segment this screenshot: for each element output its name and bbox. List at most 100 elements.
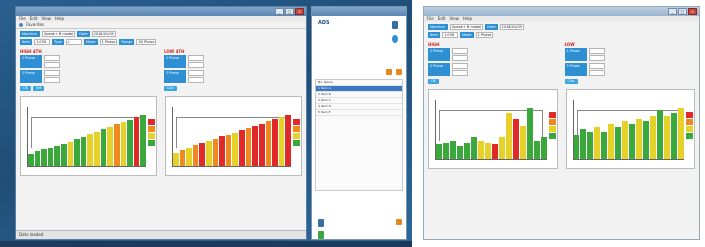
export-icon[interactable] (396, 69, 402, 75)
chart-bar (285, 114, 291, 166)
chart-bar (470, 137, 477, 159)
machine-label: Machine (428, 24, 448, 30)
chart-bar (127, 119, 133, 166)
edit-icon[interactable] (396, 219, 402, 225)
block-value[interactable] (588, 70, 605, 76)
block-value[interactable] (452, 55, 468, 61)
menu-item-file[interactable]: File (19, 16, 26, 22)
minimize-button[interactable]: _ (668, 8, 677, 15)
bar-plot (435, 100, 547, 160)
legend-orange (148, 126, 155, 132)
param-value-0[interactable]: 1,036 (441, 32, 458, 38)
block-value[interactable] (452, 48, 468, 54)
chart-bar (74, 139, 80, 166)
chart-bar (664, 115, 671, 159)
bar-plot (572, 100, 684, 160)
info-icon[interactable] (392, 35, 398, 43)
chart-bar (484, 142, 491, 159)
block-value[interactable] (588, 48, 605, 54)
second-app-window: _ □ × File Edit View Help Machine Speak+… (423, 6, 700, 240)
section-left: HIGH 4TH 1 Phase 2 Phase OK Set (20, 47, 158, 93)
bar-plot (27, 107, 146, 167)
legend-green (293, 140, 300, 146)
block-value[interactable] (452, 63, 468, 69)
chart-bar (643, 121, 650, 159)
chart-left (20, 96, 157, 176)
block-value[interactable] (44, 62, 60, 68)
block-value[interactable] (44, 55, 60, 61)
block-value[interactable] (188, 55, 204, 61)
chart-bar (498, 137, 505, 159)
param-value-2[interactable]: 1 Phase (99, 39, 118, 45)
maximize-button[interactable]: □ (678, 8, 687, 15)
calc-button[interactable]: Calc (164, 85, 178, 91)
date-value[interactable]: 2018/01/09 (499, 24, 524, 30)
block-value[interactable] (44, 70, 60, 76)
param-label-3: Range (119, 39, 135, 45)
block-value[interactable] (188, 70, 204, 76)
folder-icon[interactable] (386, 69, 392, 75)
param-value-1[interactable]: L (66, 39, 83, 45)
chart-bar (80, 136, 87, 166)
chart-bar (587, 132, 594, 159)
chart-bar (456, 146, 463, 159)
charts-area (428, 89, 695, 169)
device-icon[interactable] (392, 21, 398, 29)
date-value[interactable]: 2018/01/09 (91, 31, 116, 37)
minimize-button[interactable]: _ (275, 8, 284, 15)
favorites-star-icon[interactable] (19, 23, 23, 27)
chart-bar (629, 123, 636, 159)
header-row: Machine Speak+ B model Date 2018/01/09 (428, 24, 695, 30)
record-list[interactable]: No. Name 1 Item A 2 Item B 3 Item C 4 It… (315, 79, 403, 191)
legend-red (293, 119, 300, 125)
block-value[interactable] (588, 63, 605, 69)
chart-bar (239, 130, 245, 166)
chart-bar (67, 141, 74, 166)
close-button[interactable]: × (688, 8, 697, 15)
close-button[interactable]: × (295, 8, 304, 15)
chart-bar (505, 113, 512, 159)
param-label-0: Item (20, 39, 32, 45)
param-value-0[interactable]: 1,036 (33, 39, 50, 45)
block-value[interactable] (188, 62, 204, 68)
set-button[interactable]: Set (32, 85, 45, 91)
save-icon[interactable] (318, 231, 324, 239)
chart-bar (100, 129, 107, 166)
taskbar (0, 241, 412, 247)
panel-titlebar (312, 7, 406, 16)
calc-button[interactable]: Calc (564, 78, 578, 84)
chart-right (165, 96, 302, 176)
param-value-3[interactable]: 50 Phase (136, 39, 157, 45)
block-values (44, 55, 60, 68)
block-values (452, 48, 468, 61)
section-right-title: LOW 4TH (164, 49, 185, 54)
chart-bar (608, 123, 615, 159)
legend-red (686, 112, 693, 118)
chart-bar (87, 134, 94, 166)
block-value[interactable] (188, 77, 204, 83)
maximize-button[interactable]: □ (285, 8, 294, 15)
ok-button[interactable]: OK (20, 85, 31, 91)
bar-plot (172, 107, 291, 167)
block-values (588, 48, 605, 61)
header-row: Machine Speak+ B model Date 2018/01/09 (20, 31, 302, 37)
window-titlebar: _ □ × (16, 7, 306, 16)
block-values (452, 63, 468, 76)
param-value-2[interactable]: 1 Phase (475, 32, 494, 38)
sections: HIGH 4TH 1 Phase 2 Phase OK Set LOW 4TH … (20, 47, 302, 93)
print-icon[interactable] (318, 219, 324, 227)
block-value[interactable] (452, 70, 468, 76)
menu-item-help[interactable]: Help (55, 16, 64, 22)
chart-bar (34, 151, 41, 166)
favorites-label[interactable]: Favorites (26, 22, 44, 28)
chart-bar (212, 139, 219, 166)
list-item[interactable]: 5 Item E (316, 110, 402, 116)
chart-bar (265, 121, 272, 166)
machine-value[interactable]: Speak+ B model (450, 24, 484, 30)
block-value[interactable] (588, 55, 605, 61)
ok-button[interactable]: OK (428, 78, 439, 84)
block-value[interactable] (44, 77, 60, 83)
chart-bar (540, 137, 547, 159)
desktop-background: _ □ × File Edit View Help Favorites Mach… (0, 0, 412, 247)
machine-value[interactable]: Speak+ B model (42, 31, 76, 37)
